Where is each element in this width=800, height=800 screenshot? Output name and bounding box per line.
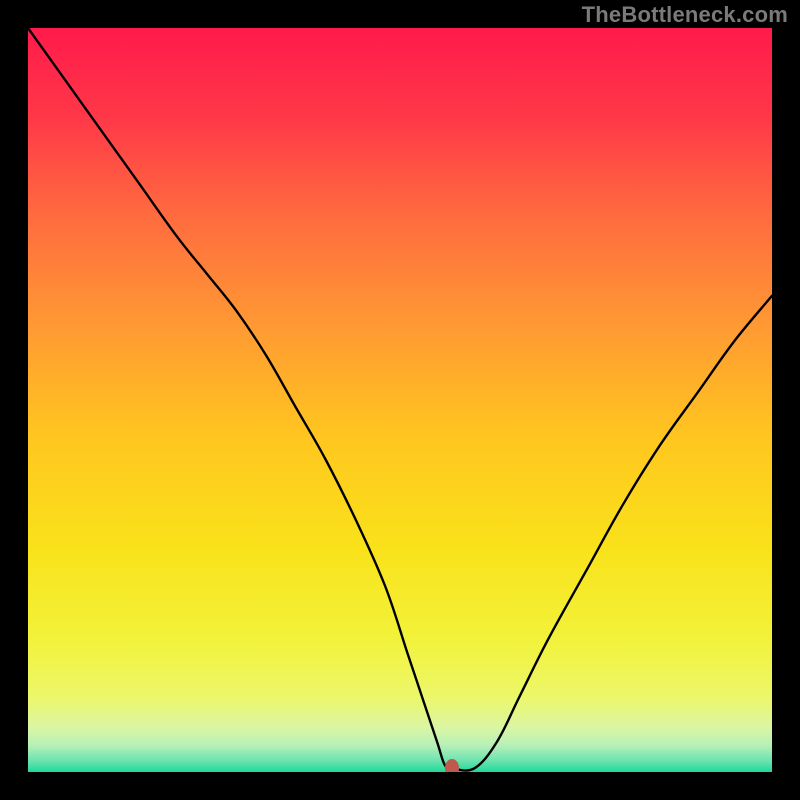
watermark-text: TheBottleneck.com (582, 2, 788, 28)
optimal-marker (445, 759, 459, 772)
plot-area (28, 28, 772, 772)
chart-container: TheBottleneck.com (0, 0, 800, 800)
bottleneck-curve (28, 28, 772, 772)
